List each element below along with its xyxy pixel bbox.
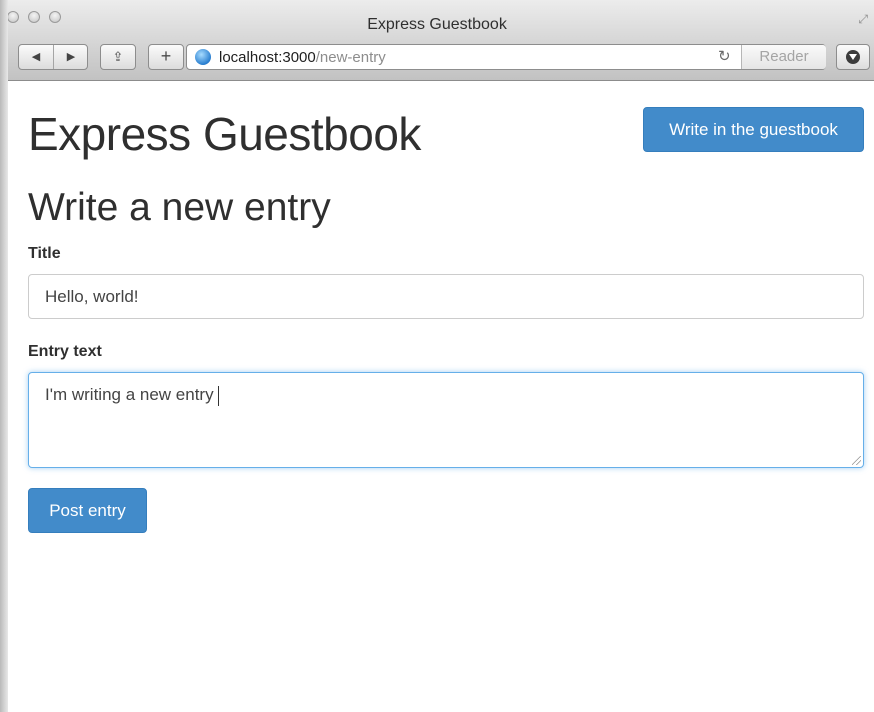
url-host: localhost:3000 bbox=[219, 49, 316, 66]
back-forward-buttons: ◀ ▶ bbox=[18, 44, 88, 70]
url-text[interactable]: localhost:3000/new-entry bbox=[219, 49, 386, 66]
page-heading: Write a new entry bbox=[28, 186, 331, 229]
site-title: Express Guestbook bbox=[28, 108, 421, 160]
text-cursor bbox=[217, 385, 219, 406]
entry-text-value: I'm writing a new entry bbox=[45, 385, 214, 404]
plus-icon[interactable]: + bbox=[148, 44, 184, 70]
resize-handle-icon[interactable] bbox=[852, 456, 861, 465]
forward-icon[interactable]: ▶ bbox=[54, 45, 88, 69]
address-bar[interactable]: localhost:3000/new-entry ↻ Reader bbox=[186, 44, 826, 70]
downloads-button[interactable] bbox=[836, 44, 870, 70]
window-title: Express Guestbook bbox=[367, 16, 507, 33]
title-input-value: Hello, world! bbox=[45, 287, 139, 306]
page-content: Express Guestbook Write in the guestbook… bbox=[8, 81, 874, 712]
reload-icon[interactable]: ↻ bbox=[718, 48, 731, 66]
downloads-icon bbox=[846, 50, 860, 64]
globe-icon bbox=[195, 49, 211, 65]
browser-window: Express Guestbook ⤢ ◀ ▶ ⇪ + localhost:30… bbox=[0, 0, 874, 712]
reader-button[interactable]: Reader bbox=[741, 45, 826, 69]
write-in-guestbook-button[interactable]: Write in the guestbook bbox=[643, 107, 864, 152]
share-icon[interactable]: ⇪ bbox=[100, 44, 136, 70]
window-left-edge bbox=[0, 0, 8, 712]
fullscreen-icon[interactable]: ⤢ bbox=[858, 12, 868, 27]
title-input[interactable]: Hello, world! bbox=[28, 274, 864, 319]
title-label: Title bbox=[28, 245, 61, 262]
post-entry-button[interactable]: Post entry bbox=[28, 488, 147, 533]
url-path: /new-entry bbox=[315, 49, 386, 66]
entry-text-textarea[interactable]: I'm writing a new entry bbox=[28, 372, 864, 468]
back-icon[interactable]: ◀ bbox=[19, 45, 54, 69]
browser-toolbar: ◀ ▶ ⇪ + localhost:3000/new-entry ↻ Reade… bbox=[0, 40, 874, 81]
title-bar: Express Guestbook ⤢ bbox=[0, 0, 874, 40]
entry-text-label: Entry text bbox=[28, 343, 102, 360]
